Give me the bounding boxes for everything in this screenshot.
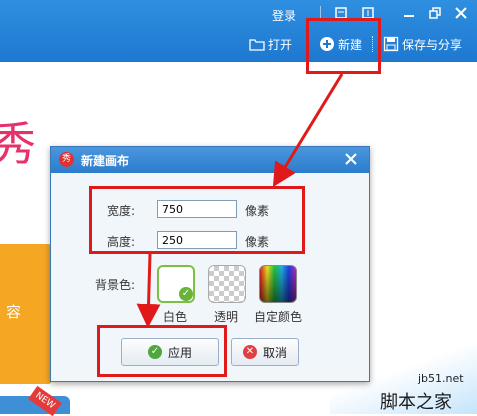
watermark-name: 脚本之家 [380, 392, 452, 413]
arrow-to-size-fields [272, 73, 344, 188]
arrow-to-apply [136, 253, 161, 328]
watermark-url: jb51.net [418, 372, 464, 385]
